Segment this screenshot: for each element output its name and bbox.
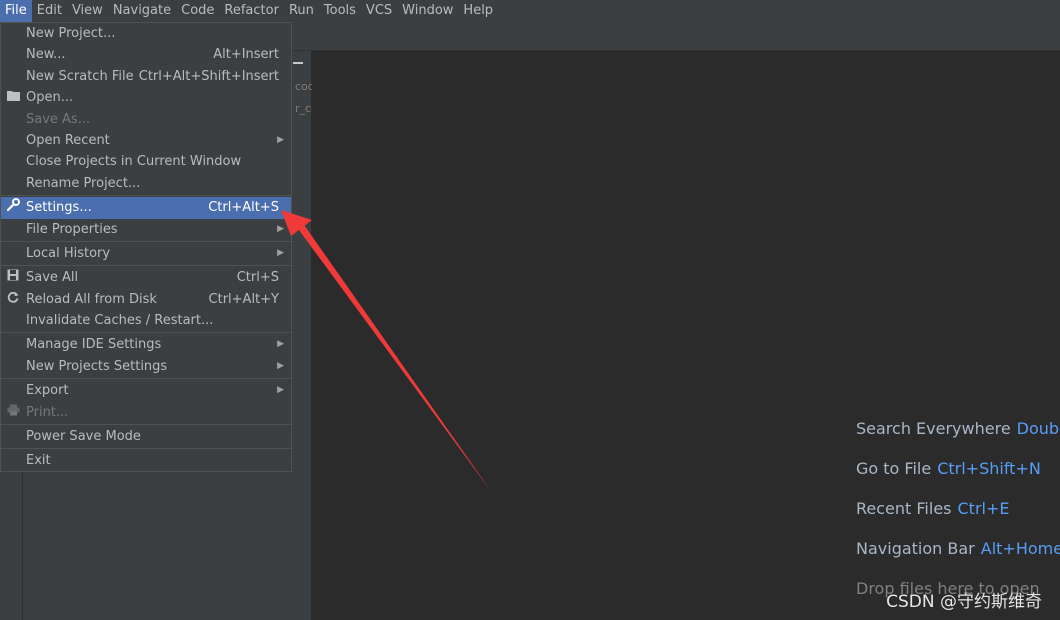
file-menu: New Project... New... Alt+Insert New Scratc… [0,22,292,472]
file-menu-item-open-recent[interactable]: Open Recent ▶ [1,130,291,151]
file-menu-item-save-all[interactable]: Save All Ctrl+S [1,267,291,288]
menu-item-label: Rename Project... [26,175,141,191]
menu-code[interactable]: Code [176,0,219,22]
menu-item-shortcut: Ctrl+Alt+S [208,200,279,216]
editor-hint-go-to-file: Go to File Ctrl+Shift+N [856,458,1060,498]
submenu-arrow-icon: ▶ [277,134,284,145]
hint-shortcut: Doubl [1016,419,1060,438]
file-menu-item-print: Print... [1,402,291,423]
minimize-icon[interactable] [293,62,303,64]
menu-separator [1,332,291,334]
menu-item-shortcut: Ctrl+S [236,270,279,286]
menu-separator [1,448,291,450]
menu-item-label: Local History [26,245,111,261]
menu-item-label: Export [26,383,69,399]
editor-hint-search-everywhere: Search Everywhere Doubl [856,418,1060,458]
menu-item-label: Exit [26,453,51,469]
menu-item-label: New Scratch File [26,68,134,84]
menu-file[interactable]: File [0,0,32,22]
menu-view[interactable]: View [67,0,108,22]
menu-item-label: New Project... [26,26,116,41]
hint-shortcut: Alt+Home [980,539,1060,558]
submenu-arrow-icon: ▶ [277,360,284,371]
submenu-arrow-icon: ▶ [277,247,284,258]
menu-item-label: Save As... [26,111,91,127]
menu-separator [1,378,291,380]
menu-item-label: New... [26,47,66,63]
hint-label: Search Everywhere [856,419,1011,438]
menu-separator [1,265,291,267]
file-menu-item-new-project[interactable]: New Project... [1,23,291,44]
menu-item-label: Open Recent [26,132,110,148]
menu-item-label: Invalidate Caches / Restart... [26,313,214,329]
file-menu-item-invalidate-caches-restart[interactable]: Invalidate Caches / Restart... [1,310,291,331]
file-menu-item-settings[interactable]: Settings... Ctrl+Alt+S [1,197,291,219]
menu-bar: File Edit View Navigate Code Refactor Run Tools… [0,0,1060,22]
menu-separator [1,424,291,426]
menu-item-label: Settings... [26,200,92,216]
menu-separator [1,195,291,197]
menu-item-label: Save All [26,270,79,286]
menu-item-label: Close Projects in Current Window [26,154,242,170]
menu-edit[interactable]: Edit [32,0,67,22]
hint-label: Navigation Bar [856,539,975,558]
menu-run[interactable]: Run [284,0,319,22]
save-icon [6,267,20,288]
menu-item-label: Reload All from Disk [26,291,157,307]
menu-navigate[interactable]: Navigate [108,0,176,22]
folder-icon [6,87,20,108]
printer-icon [6,402,20,423]
menu-item-label: Print... [26,404,69,420]
file-menu-item-export[interactable]: Export ▶ [1,380,291,401]
file-menu-item-file-properties[interactable]: File Properties ▶ [1,219,291,240]
menu-item-label: New Projects Settings [26,358,168,374]
file-menu-item-new-projects-settings[interactable]: New Projects Settings ▶ [1,356,291,377]
submenu-arrow-icon: ▶ [277,339,284,350]
menu-item-shortcut: Ctrl+Alt+Shift+Insert [138,68,279,84]
file-menu-item-local-history[interactable]: Local History ▶ [1,243,291,264]
file-menu-item-close-projects-in-current-window[interactable]: Close Projects in Current Window [1,151,291,172]
file-menu-item-manage-ide-settings[interactable]: Manage IDE Settings ▶ [1,334,291,355]
wrench-icon [6,197,20,218]
menu-refactor[interactable]: Refactor [219,0,284,22]
file-menu-item-reload-all-from-disk[interactable]: Reload All from Disk Ctrl+Alt+Y [1,289,291,310]
hint-label: Recent Files [856,499,952,518]
file-menu-item-save-as: Save As... [1,109,291,130]
reload-icon [6,289,20,310]
menu-item-shortcut: Ctrl+Alt+Y [208,291,279,307]
file-menu-item-new-scratch-file[interactable]: New Scratch File Ctrl+Alt+Shift+Insert [1,66,291,87]
watermark: CSDN @守约斯维奇 [886,592,1042,612]
menu-item-label: File Properties [26,221,118,237]
editor-hint-navigation-bar: Navigation Bar Alt+Home [856,538,1060,578]
file-menu-item-open[interactable]: Open... [1,87,291,108]
file-menu-item-new[interactable]: New... Alt+Insert [1,44,291,65]
menu-separator [1,240,291,242]
hint-shortcut: Ctrl+E [957,499,1010,518]
menu-tools[interactable]: Tools [319,0,361,22]
file-menu-item-rename-project[interactable]: Rename Project... [1,173,291,194]
submenu-arrow-icon: ▶ [277,223,284,234]
file-menu-item-exit[interactable]: Exit [1,450,291,471]
submenu-arrow-icon: ▶ [277,385,284,396]
menu-vcs[interactable]: VCS [361,0,397,22]
menu-item-label: Manage IDE Settings [26,337,162,353]
menu-item-shortcut: Alt+Insert [213,47,279,63]
menu-item-label: Open... [26,90,74,106]
hint-label: Go to File [856,459,932,478]
menu-item-label: Power Save Mode [26,429,141,445]
editor-hint-recent-files: Recent Files Ctrl+E [856,498,1060,538]
menu-help[interactable]: Help [458,0,498,22]
hint-shortcut: Ctrl+Shift+N [937,459,1041,478]
file-menu-item-power-save-mode[interactable]: Power Save Mode [1,426,291,447]
menu-window[interactable]: Window [397,0,458,22]
